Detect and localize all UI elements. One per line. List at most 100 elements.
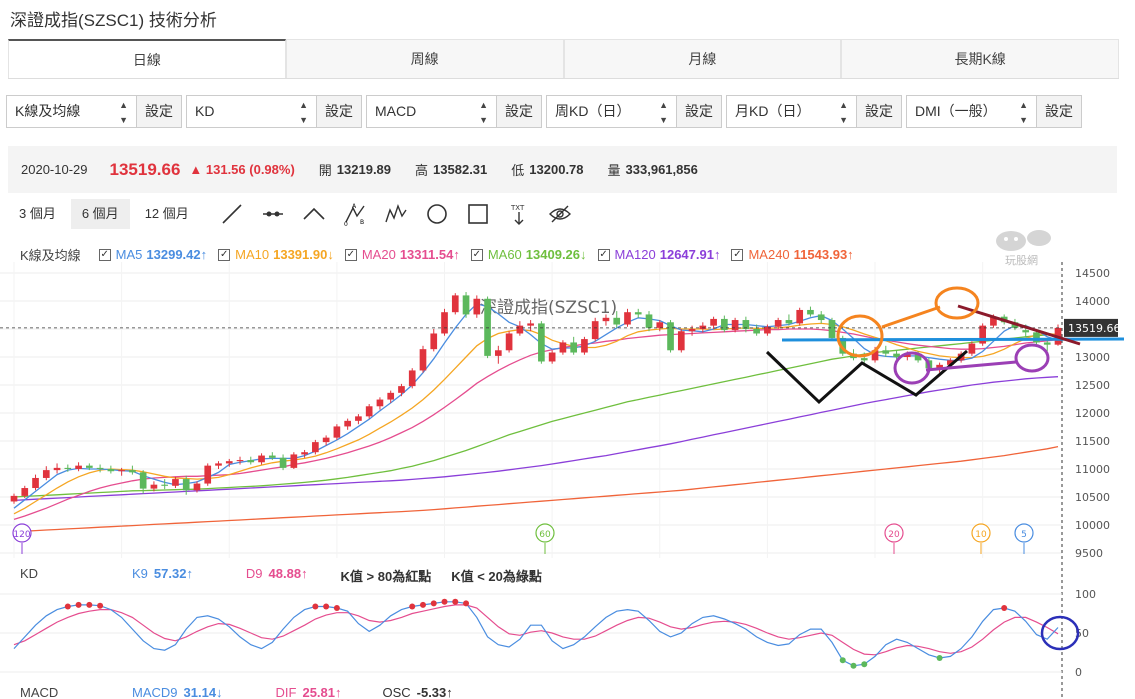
- hide-drawings-icon[interactable]: [547, 201, 573, 227]
- candle: [129, 465, 136, 475]
- candle: [721, 315, 728, 333]
- legend-ma60[interactable]: ✓ MA60 13409.26↓: [470, 247, 587, 262]
- settings-button-5[interactable]: 設定: [857, 95, 902, 128]
- tab-daily[interactable]: 日線: [8, 39, 286, 78]
- angle-tool-icon[interactable]: [301, 201, 327, 227]
- y-tick-label: 11500: [1075, 435, 1110, 448]
- candle: [462, 292, 470, 318]
- candle-body: [42, 470, 50, 478]
- candle-body: [548, 352, 556, 362]
- svg-text:B: B: [360, 219, 364, 226]
- kd-overbought-dot: [312, 603, 319, 610]
- candle-body: [774, 320, 782, 327]
- candle-body: [430, 333, 438, 350]
- legend-ma120[interactable]: ✓ MA120 12647.91↑: [597, 247, 720, 262]
- ma-marker-label: 20: [888, 530, 900, 540]
- kd-overbought-dot: [441, 598, 448, 605]
- tab-monthly[interactable]: 月線: [563, 39, 842, 78]
- candle: [710, 316, 717, 329]
- range-12m-button[interactable]: 12 個月: [134, 199, 200, 229]
- legend-ma10[interactable]: ✓ MA10 13391.90↓: [218, 247, 334, 262]
- checkbox-icon[interactable]: ✓: [344, 248, 357, 261]
- legend-ma20[interactable]: ✓ MA20 13311.54↑: [344, 247, 460, 262]
- indicator-select-1-label: K線及均線: [15, 103, 81, 119]
- osc-label: OSC: [382, 685, 411, 699]
- settings-button-6[interactable]: 設定: [1037, 95, 1082, 128]
- candle-body: [312, 442, 319, 453]
- checkbox-icon[interactable]: ✓: [731, 248, 744, 261]
- abc-pattern-tool-icon[interactable]: 0 A B: [342, 201, 368, 227]
- candle: [807, 306, 814, 317]
- candle-body: [182, 479, 190, 491]
- macd9-value: 31.14↓: [183, 685, 223, 699]
- settings-button-4[interactable]: 設定: [677, 95, 722, 128]
- candle-body: [538, 323, 545, 362]
- candle-body: [204, 465, 212, 484]
- kd-tick-label: 0: [1075, 666, 1082, 679]
- candle-body: [279, 457, 287, 468]
- tab-weekly[interactable]: 周線: [285, 39, 564, 78]
- candle-body: [290, 454, 298, 468]
- candle-body: [645, 314, 653, 328]
- candle: [215, 461, 222, 469]
- checkbox-icon[interactable]: ✓: [218, 248, 231, 261]
- candle: [882, 345, 890, 357]
- settings-button-1[interactable]: 設定: [137, 95, 182, 128]
- range-6m-button[interactable]: 6 個月: [70, 199, 130, 229]
- legend-ma240[interactable]: ✓ MA240 11543.93↑: [731, 247, 854, 262]
- candle-body: [484, 298, 491, 356]
- candle-body: [107, 469, 115, 472]
- sort-arrows-icon: ▲ ▼: [659, 100, 668, 125]
- trendline-tool-icon[interactable]: [219, 201, 245, 227]
- candle-body: [624, 312, 631, 325]
- text-tool-icon[interactable]: TXT: [506, 201, 532, 227]
- legend-ma5[interactable]: ✓ MA5 13299.42↑: [98, 247, 207, 262]
- candle: [968, 341, 976, 356]
- svg-text:0: 0: [344, 221, 348, 226]
- annotation-support-line: [781, 337, 1125, 342]
- indicator-select-2[interactable]: KD ▲ ▼: [186, 95, 317, 128]
- osc-value: -5.33↑: [416, 685, 453, 699]
- kd-overbought-dot: [64, 603, 71, 610]
- candle-body: [419, 349, 427, 371]
- wave-pattern-tool-icon[interactable]: [383, 201, 409, 227]
- low-value: 13200.78: [529, 162, 584, 177]
- kd-overbought-dot: [333, 605, 340, 612]
- settings-button-2[interactable]: 設定: [317, 95, 362, 128]
- candle: [505, 331, 513, 353]
- candle: [677, 329, 685, 353]
- candle-body: [1022, 330, 1030, 333]
- checkbox-icon[interactable]: ✓: [98, 248, 111, 261]
- horizontal-line-tool-icon[interactable]: [260, 201, 286, 227]
- checkbox-icon[interactable]: ✓: [597, 248, 610, 261]
- indicator-select-1[interactable]: K線及均線 ▲ ▼: [6, 95, 137, 128]
- checkbox-icon[interactable]: ✓: [470, 248, 483, 261]
- sort-arrows-icon: ▲ ▼: [119, 100, 128, 125]
- indicator-select-4[interactable]: 周KD（日） ▲ ▼: [546, 95, 677, 128]
- circle-tool-icon[interactable]: [424, 201, 450, 227]
- legend-ma10-name: MA10: [235, 247, 270, 262]
- settings-button-3[interactable]: 設定: [497, 95, 542, 128]
- candle: [570, 336, 578, 355]
- indicator-select-3[interactable]: MACD ▲ ▼: [366, 95, 497, 128]
- candle-body: [376, 399, 384, 407]
- kd-note-red: K值 > 80為紅點: [340, 569, 432, 584]
- ma120-line: [13, 376, 1059, 502]
- indicator-select-5[interactable]: 月KD（日） ▲ ▼: [726, 95, 857, 128]
- candle-body: [462, 295, 470, 315]
- y-tick-label: 12500: [1075, 379, 1110, 392]
- tab-long-term[interactable]: 長期K線: [841, 39, 1119, 78]
- macd-title: MACD: [20, 685, 59, 699]
- candle: [376, 397, 384, 410]
- technical-chart[interactable]: 9500 10000 10500 11000 11500 12000 12500 13000 1…: [0, 262, 1135, 699]
- indicator-select-6[interactable]: DMI（一般） ▲ ▼: [906, 95, 1037, 128]
- macd-legend: MACD MACD9 31.14↓ DIF 25.81↑ OSC -5.33↑: [20, 685, 453, 699]
- rectangle-tool-icon[interactable]: [465, 201, 491, 227]
- volume-value: 333,961,856: [625, 162, 698, 177]
- range-3m-button[interactable]: 3 個月: [8, 199, 67, 229]
- candle-body: [559, 342, 567, 353]
- candle: [75, 462, 82, 472]
- k-line: [13, 601, 1059, 667]
- candle: [279, 454, 287, 471]
- candle: [365, 404, 373, 419]
